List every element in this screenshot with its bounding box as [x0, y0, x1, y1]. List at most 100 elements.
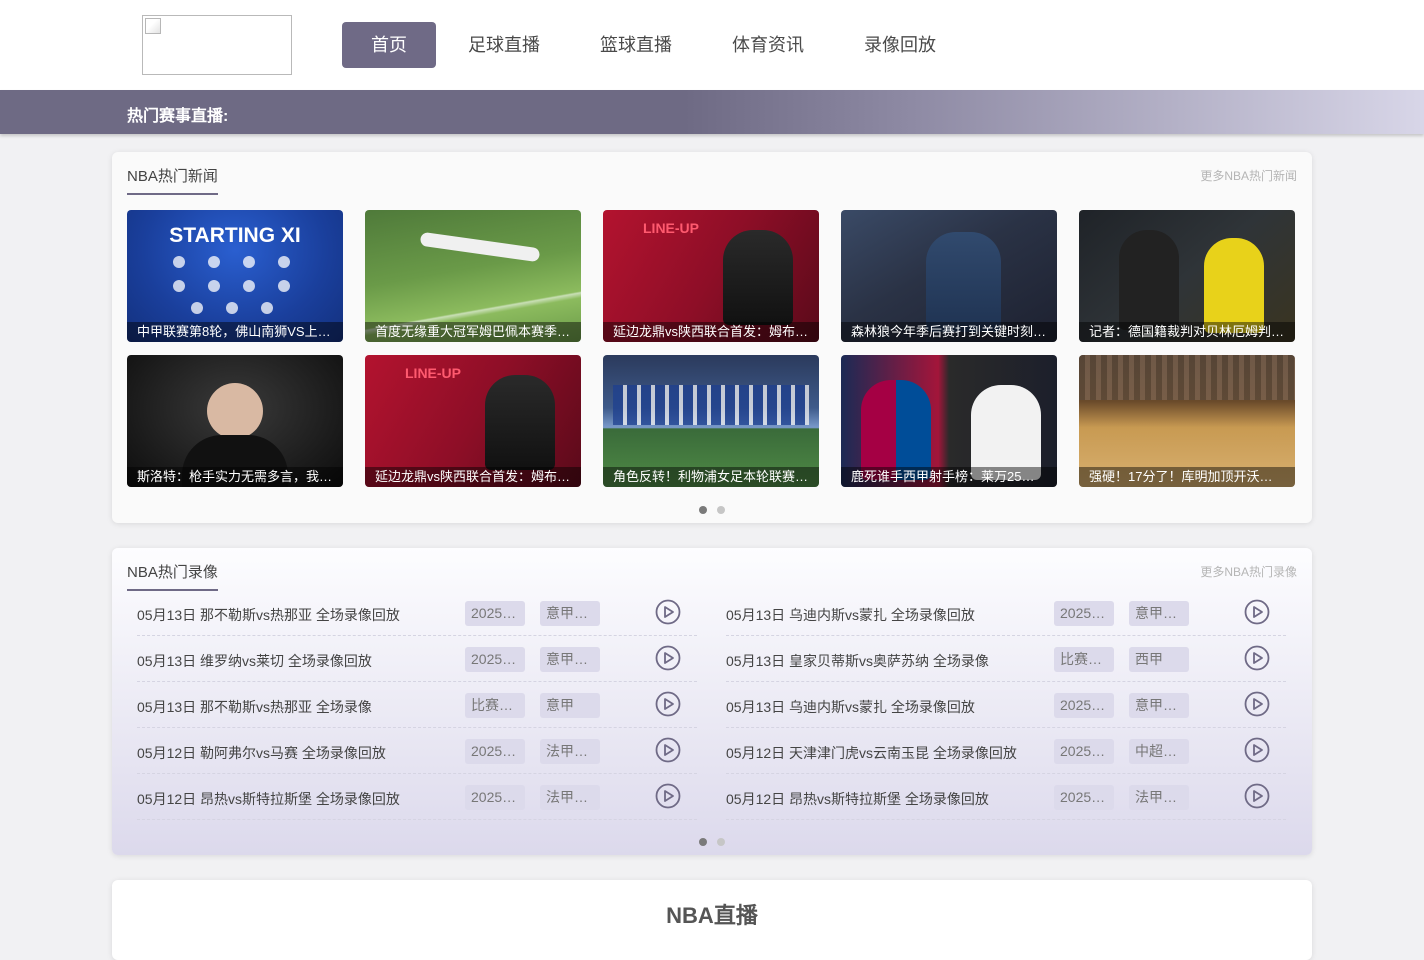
news-card[interactable]: LINE-UP 延边龙鼎vs陕西联合首发：姆布鲁出战: [603, 210, 819, 342]
video-list: 05月13日 那不勒斯vs热那亚 全场录像回放 2025意甲 意甲联赛 05月1…: [127, 590, 1297, 820]
video-title: 05月13日 维罗纳vs莱切 全场录像回放: [137, 653, 372, 669]
play-icon[interactable]: [1244, 599, 1270, 625]
play-icon[interactable]: [655, 599, 681, 625]
video-item[interactable]: 05月13日 那不勒斯vs热那亚 全场录像回放 2025意甲 意甲联赛: [137, 590, 697, 636]
video-row: 05月13日 维罗纳vs莱切 全场录像回放 2025意甲 意甲联赛 05月13日…: [127, 636, 1297, 682]
video-tag: 法甲联赛: [540, 739, 600, 764]
video-tag: 法甲联赛: [1129, 785, 1189, 810]
video-title: 05月13日 皇家贝蒂斯vs奥萨苏纳 全场录像: [726, 653, 989, 669]
video-row: 05月13日 那不勒斯vs热那亚 全场录像 比赛录像 意甲 05月13日 乌迪内…: [127, 682, 1297, 728]
video-carousel-dots: [112, 833, 1312, 851]
news-card[interactable]: 森林狼今年季后赛打到关键时刻爱德华兹: [841, 210, 1057, 342]
video-panel-title: NBA热门录像: [127, 561, 218, 591]
video-item[interactable]: 05月13日 皇家贝蒂斯vs奥萨苏纳 全场录像 比赛录像 西甲: [726, 636, 1286, 682]
video-row: 05月12日 昂热vs斯特拉斯堡 全场录像回放 2025法甲 法甲联赛 05月1…: [127, 774, 1297, 820]
news-caption: 延边龙鼎vs陕西联合首发：姆布鲁出战: [365, 467, 581, 487]
play-icon[interactable]: [1244, 783, 1270, 809]
video-item[interactable]: 05月13日 乌迪内斯vs蒙扎 全场录像回放 2025意甲 意甲联赛: [726, 590, 1286, 636]
video-tag: 意甲联赛: [540, 601, 600, 626]
video-tag: 意甲联赛: [1129, 601, 1189, 626]
news-caption: 中甲联赛第8轮，佛山南狮VS上海嘉定汇龙首发: [127, 322, 343, 342]
team-lineup-graphic: [173, 256, 290, 314]
video-tag: 2025法甲: [465, 785, 525, 810]
video-item[interactable]: 05月13日 那不勒斯vs热那亚 全场录像 比赛录像 意甲: [137, 682, 697, 728]
nav-home[interactable]: 首页: [342, 22, 436, 68]
video-row: 05月12日 勒阿弗尔vs马赛 全场录像回放 2025法甲 法甲联赛 05月12…: [127, 728, 1297, 774]
video-tag: 法甲联赛: [540, 785, 600, 810]
nav-replays[interactable]: 录像回放: [836, 22, 964, 68]
news-carousel-dots: [112, 501, 1312, 519]
news-card[interactable]: 强硬！17分了！库明加顶开沃格尔: [1079, 355, 1295, 487]
video-tag: 西甲: [1129, 647, 1189, 672]
video-tag: 中超联赛: [1129, 739, 1189, 764]
video-tag: 比赛录像: [465, 693, 525, 718]
news-grid: STARTING XI 中甲联赛第8轮，佛山南狮VS上海嘉定汇龙首发 首度无缘重…: [127, 210, 1297, 487]
news-card[interactable]: 斯洛特：枪手实力无需多言，我们全力以赴: [127, 355, 343, 487]
news-image-text: STARTING XI: [169, 224, 301, 247]
play-icon[interactable]: [655, 645, 681, 671]
video-title: 05月13日 那不勒斯vs热那亚 全场录像: [137, 699, 372, 715]
play-icon[interactable]: [1244, 645, 1270, 671]
nav-football-live[interactable]: 足球直播: [440, 22, 568, 68]
nba-news-panel: NBA热门新闻 更多NBA热门新闻 STARTING XI 中甲联赛第8轮，佛山…: [112, 152, 1312, 523]
video-title: 05月13日 乌迪内斯vs蒙扎 全场录像回放: [726, 607, 975, 623]
video-item[interactable]: 05月12日 勒阿弗尔vs马赛 全场录像回放 2025法甲 法甲联赛: [137, 728, 697, 774]
news-card[interactable]: 首度无缘重大冠军姆巴佩本赛季颗粒无收: [365, 210, 581, 342]
player-figure: [1204, 238, 1264, 333]
video-tag: 2025法甲: [1054, 785, 1114, 810]
site-logo[interactable]: [142, 15, 292, 75]
nba-video-panel: NBA热门录像 更多NBA热门录像 05月13日 那不勒斯vs热那亚 全场录像回…: [112, 548, 1312, 855]
video-title: 05月13日 乌迪内斯vs蒙扎 全场录像回放: [726, 699, 975, 715]
news-caption: 角色反转！利物浦女足本轮联赛夹道欢迎: [603, 467, 819, 487]
video-item[interactable]: 05月12日 昂热vs斯特拉斯堡 全场录像回放 2025法甲 法甲联赛: [726, 774, 1286, 820]
news-card[interactable]: STARTING XI 中甲联赛第8轮，佛山南狮VS上海嘉定汇龙首发: [127, 210, 343, 342]
news-caption: 延边龙鼎vs陕西联合首发：姆布鲁出战: [603, 322, 819, 342]
news-card[interactable]: 记者：德国籍裁判对贝林厄姆判罚尺度: [1079, 210, 1295, 342]
player-figure: [926, 232, 1001, 332]
player-figure: [861, 380, 931, 480]
play-icon[interactable]: [655, 737, 681, 763]
player-figure: [971, 385, 1041, 480]
carousel-dot[interactable]: [717, 506, 725, 514]
video-title: 05月13日 那不勒斯vs热那亚 全场录像回放: [137, 607, 400, 623]
nav-basketball-live[interactable]: 篮球直播: [572, 22, 700, 68]
video-tag: 意甲: [540, 693, 600, 718]
play-icon[interactable]: [1244, 691, 1270, 717]
top-header: 首页 足球直播 篮球直播 体育资讯 录像回放: [0, 0, 1424, 90]
video-item[interactable]: 05月13日 维罗纳vs莱切 全场录像回放 2025意甲 意甲联赛: [137, 636, 697, 682]
news-card[interactable]: LINE-UP 延边龙鼎vs陕西联合首发：姆布鲁出战: [365, 355, 581, 487]
video-tag: 2025中超: [1054, 739, 1114, 764]
video-title: 05月12日 天津津门虎vs云南玉昆 全场录像回放: [726, 745, 1017, 761]
coach-face: [207, 383, 263, 439]
carousel-dot[interactable]: [699, 506, 707, 514]
video-item[interactable]: 05月13日 乌迪内斯vs蒙扎 全场录像回放 2025意甲 意甲联赛: [726, 682, 1286, 728]
player-figure: [485, 375, 555, 470]
news-card[interactable]: 鹿死谁手西甲射手榜：莱万25球姆巴佩: [841, 355, 1057, 487]
player-figure: [723, 230, 793, 325]
carousel-dot[interactable]: [717, 838, 725, 846]
video-tag: 2025法甲: [465, 739, 525, 764]
play-icon[interactable]: [655, 783, 681, 809]
player-figure: [419, 231, 541, 263]
carousel-dot[interactable]: [699, 838, 707, 846]
news-caption: 首度无缘重大冠军姆巴佩本赛季颗粒无收: [365, 322, 581, 342]
news-caption: 森林狼今年季后赛打到关键时刻爱德华兹: [841, 322, 1057, 342]
video-item[interactable]: 05月12日 昂热vs斯特拉斯堡 全场录像回放 2025法甲 法甲联赛: [137, 774, 697, 820]
video-tag: 2025意甲: [1054, 693, 1114, 718]
video-title: 05月12日 勒阿弗尔vs马赛 全场录像回放: [137, 745, 386, 761]
video-item[interactable]: 05月12日 天津津门虎vs云南玉昆 全场录像回放 2025中超 中超联赛: [726, 728, 1286, 774]
hot-events-bar: 热门赛事直播:: [0, 90, 1424, 134]
video-tag: 意甲联赛: [540, 647, 600, 672]
more-news-link[interactable]: 更多NBA热门新闻: [1200, 167, 1297, 184]
news-caption: 记者：德国籍裁判对贝林厄姆判罚尺度: [1079, 322, 1295, 342]
more-videos-link[interactable]: 更多NBA热门录像: [1200, 563, 1297, 580]
crowd: [1079, 355, 1295, 400]
hot-events-label: 热门赛事直播:: [127, 108, 229, 125]
news-card[interactable]: 角色反转！利物浦女足本轮联赛夹道欢迎: [603, 355, 819, 487]
nav-sports-news[interactable]: 体育资讯: [704, 22, 832, 68]
play-icon[interactable]: [655, 691, 681, 717]
video-title: 05月12日 昂热vs斯特拉斯堡 全场录像回放: [726, 791, 989, 807]
news-caption: 鹿死谁手西甲射手榜：莱万25球姆巴佩: [841, 467, 1057, 487]
news-panel-title: NBA热门新闻: [127, 165, 218, 195]
play-icon[interactable]: [1244, 737, 1270, 763]
